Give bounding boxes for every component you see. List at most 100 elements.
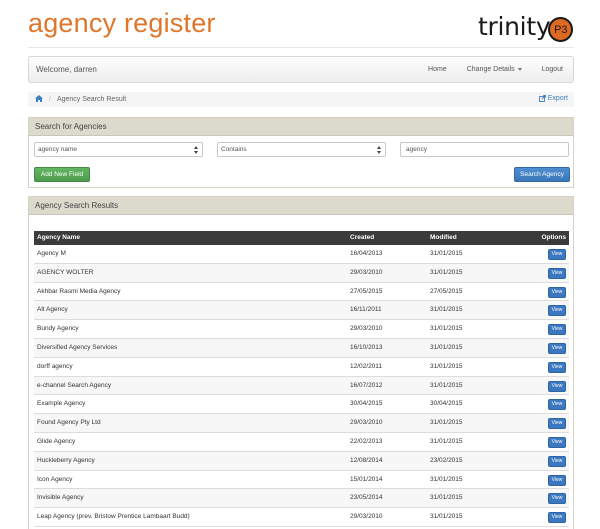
table-row: Example Agency 30/04/2015 30/04/2015 View: [34, 395, 569, 415]
view-button[interactable]: View: [548, 342, 566, 354]
nav-change-details-label: Change Details: [466, 66, 515, 73]
modified-cell: 31/01/2015: [430, 494, 463, 502]
export-link[interactable]: Export: [538, 95, 568, 102]
view-button[interactable]: View: [548, 324, 566, 336]
view-button[interactable]: View: [548, 286, 566, 298]
agency-name-cell: dorff agency: [37, 362, 73, 370]
modified-cell: 31/01/2015: [430, 419, 463, 427]
agency-name-cell: Huckleberry Agency: [37, 456, 95, 464]
table-row: AGENCY WOLTER 29/03/2010 31/01/2015 View: [34, 263, 569, 283]
search-query-input[interactable]: agency: [400, 142, 569, 157]
table-row: Huckleberry Agency 12/08/2014 23/02/2015 Vi…: [34, 451, 569, 471]
created-cell: 16/07/2012: [350, 381, 383, 389]
table-row: Alt Agency 16/11/2011 31/01/2015 View: [34, 301, 569, 321]
nav-change-details-dropdown[interactable]: Change Details: [457, 57, 532, 82]
table-header: Agency Name Created Modified Options: [34, 231, 569, 245]
table-row: Invisible Agency 23/05/2014 31/01/2015 View: [34, 489, 569, 509]
agency-name-cell: Alt Agency: [37, 306, 68, 314]
nav-links: Home Change Details Logout: [418, 57, 573, 82]
agency-name-cell: Akhbar Rasmi Media Agency: [37, 287, 121, 295]
view-button[interactable]: View: [548, 493, 566, 505]
created-cell: 27/05/2015: [350, 287, 383, 295]
view-button[interactable]: View: [548, 436, 566, 448]
search-agency-button[interactable]: Search Agency: [514, 167, 570, 182]
logo-badge: P3: [548, 17, 574, 42]
created-cell: 12/02/2011: [350, 362, 383, 370]
created-cell: 29/03/2010: [350, 513, 383, 521]
created-cell: 16/04/2013: [350, 250, 383, 257]
view-button[interactable]: View: [548, 512, 566, 524]
site-title: agency register: [28, 8, 216, 38]
modified-cell: 27/05/2015: [430, 287, 463, 295]
field-select-value: agency name: [38, 146, 78, 153]
table-row: Bundy Agency 29/03/2010 31/01/2015 View: [34, 320, 569, 339]
results-panel: Agency Search Results Agency Name Create…: [28, 196, 574, 529]
view-button[interactable]: View: [548, 418, 566, 430]
created-cell: 22/02/2013: [350, 437, 383, 445]
created-cell: 15/01/2014: [350, 475, 383, 483]
nav-logout-link[interactable]: Logout: [532, 57, 573, 82]
agency-name-cell: AGENCY WOLTER: [37, 268, 94, 276]
chevron-down-icon: [517, 67, 522, 71]
agency-name-cell: Invisible Agency: [37, 494, 84, 502]
created-cell: 29/03/2010: [350, 419, 383, 427]
modified-cell: 30/04/2015: [430, 400, 463, 408]
trinity-p3-logo[interactable]: trinity P3: [478, 11, 574, 42]
agency-name-cell: Leap Agency (prev. Bristow Prentice Lamb…: [37, 513, 190, 521]
agency-name-cell: Bundy Agency: [37, 325, 79, 333]
welcome-text: Welcome, darren: [36, 65, 97, 74]
col-created[interactable]: Created: [350, 231, 374, 245]
agency-name-cell: Diversified Agency Services: [37, 343, 118, 351]
header-divider: [28, 47, 574, 48]
results-panel-heading: Agency Search Results: [29, 197, 573, 215]
agency-name-cell: Found Agency Pty Ltd: [37, 419, 101, 427]
created-cell: 29/03/2010: [350, 268, 383, 276]
col-modified[interactable]: Modified: [430, 231, 457, 245]
created-cell: 30/04/2015: [350, 400, 383, 408]
search-panel-heading: Search for Agencies: [29, 118, 573, 136]
view-button[interactable]: View: [548, 361, 566, 373]
operator-select[interactable]: Contains: [217, 142, 386, 157]
modified-cell: 31/01/2015: [430, 362, 463, 370]
created-cell: 29/03/2010: [350, 325, 383, 333]
table-row: dorff agency 12/02/2011 31/01/2015 View: [34, 358, 569, 377]
field-select[interactable]: agency name: [34, 142, 203, 157]
created-cell: 16/11/2011: [350, 306, 382, 314]
modified-cell: 31/01/2015: [430, 381, 463, 389]
modified-cell: 31/01/2015: [430, 268, 463, 276]
agency-name-cell: e-channel Search Agency: [37, 381, 112, 389]
table-row: Diversified Agency Services 16/10/2013 31/…: [34, 338, 569, 358]
created-cell: 23/05/2014: [350, 494, 383, 502]
table-row: Glide Agency 22/02/2013 31/01/2015 View: [34, 433, 569, 452]
select-arrows-icon: [194, 146, 198, 154]
table-row: Akhbar Rasmi Media Agency 27/05/2015 27/05…: [34, 283, 569, 302]
view-button[interactable]: View: [548, 474, 566, 486]
top-navbar: Welcome, darren Home Change Details Logo…: [28, 56, 574, 83]
created-cell: 16/10/2013: [350, 343, 383, 351]
agency-name-cell: Glide Agency: [37, 437, 76, 445]
add-new-field-button[interactable]: Add New Field: [34, 167, 90, 182]
agency-name-cell: Agency M: [37, 250, 66, 257]
modified-cell: 31/01/2015: [430, 325, 463, 333]
view-button[interactable]: View: [548, 399, 566, 411]
breadcrumb: / Agency Search Result Export: [28, 92, 574, 107]
modified-cell: 31/01/2015: [430, 437, 463, 445]
col-agency-name[interactable]: Agency Name: [37, 231, 80, 245]
view-button[interactable]: View: [548, 267, 566, 279]
view-button[interactable]: View: [548, 249, 566, 260]
created-cell: 12/08/2014: [350, 456, 383, 464]
modified-cell: 31/01/2015: [430, 343, 463, 351]
nav-home-link[interactable]: Home: [418, 57, 457, 82]
view-button[interactable]: View: [548, 305, 566, 317]
home-icon[interactable]: [35, 95, 43, 104]
modified-cell: 31/01/2015: [430, 306, 463, 314]
view-button[interactable]: View: [548, 455, 566, 467]
breadcrumb-separator: /: [49, 96, 51, 103]
operator-select-value: Contains: [221, 146, 247, 153]
breadcrumb-current: Agency Search Result: [56, 96, 127, 103]
agency-name-cell: Icon Agency: [37, 475, 73, 483]
view-button[interactable]: View: [548, 380, 566, 392]
search-panel: Search for Agencies agency name Contains…: [28, 117, 574, 188]
logo-wordmark: trinity: [478, 11, 551, 41]
modified-cell: 31/01/2015: [430, 475, 463, 483]
